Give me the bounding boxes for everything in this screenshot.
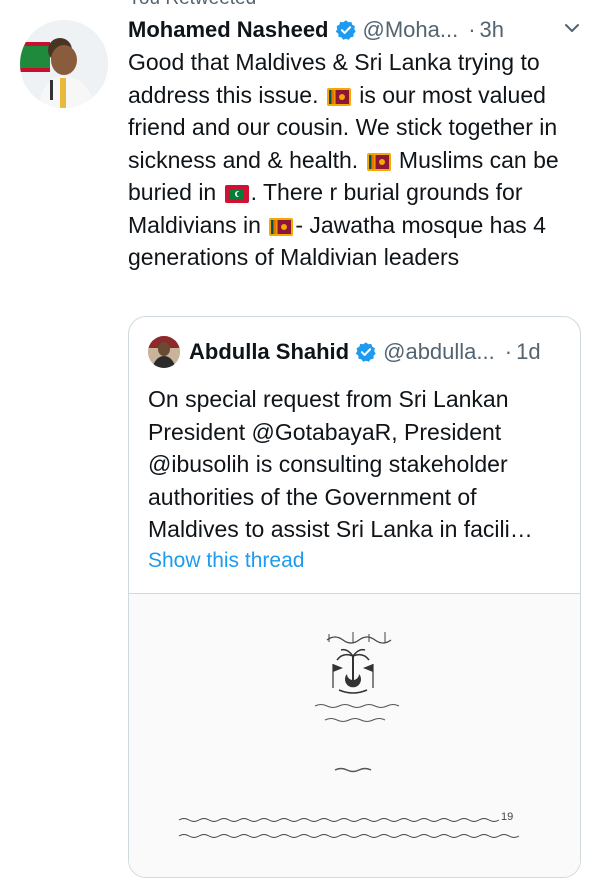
quoted-tweet-time[interactable]: 1d	[516, 339, 540, 365]
author-handle[interactable]: @Moha...	[363, 17, 459, 43]
quoted-tweet-text: On special request from Sri Lankan Presi…	[148, 386, 533, 542]
sri-lanka-flag-icon	[366, 152, 391, 171]
letter-number: 19	[501, 811, 513, 823]
retweet-indicator: You Retweeted	[128, 0, 256, 10]
tweet-time[interactable]: 3h	[480, 17, 504, 43]
verified-badge-icon	[355, 342, 376, 362]
verified-badge-icon	[335, 20, 356, 40]
author-name[interactable]: Mohamed Nasheed	[128, 17, 329, 43]
author-avatar[interactable]	[20, 20, 108, 108]
official-letter-image: 19	[129, 594, 580, 877]
quoted-avatar-photo	[148, 336, 180, 368]
show-thread-link[interactable]: Show this thread	[148, 549, 304, 573]
sri-lanka-flag-icon	[326, 87, 351, 106]
separator-dot: ·	[504, 339, 513, 364]
separator-dot: ·	[468, 17, 476, 42]
avatar-photo	[20, 20, 108, 108]
tweet-text: Good that Maldives & Sri Lanka trying to…	[128, 46, 588, 274]
quoted-tweet-header: Abdulla Shahid @abdulla... · 1d	[189, 335, 568, 369]
quoted-author-avatar[interactable]	[148, 336, 180, 368]
maldives-flag-icon	[224, 185, 249, 203]
chevron-down-icon[interactable]	[562, 18, 582, 38]
quoted-tweet-card[interactable]: Abdulla Shahid @abdulla... · 1d On speci…	[128, 316, 581, 878]
tweet-header: Mohamed Nasheed @Moha... · 3h	[128, 14, 582, 46]
quoted-author-name[interactable]: Abdulla Shahid	[189, 339, 349, 365]
quoted-author-handle[interactable]: @abdulla...	[383, 339, 495, 365]
quoted-tweet-media[interactable]: 19	[129, 593, 580, 877]
sri-lanka-flag-icon	[269, 217, 294, 236]
